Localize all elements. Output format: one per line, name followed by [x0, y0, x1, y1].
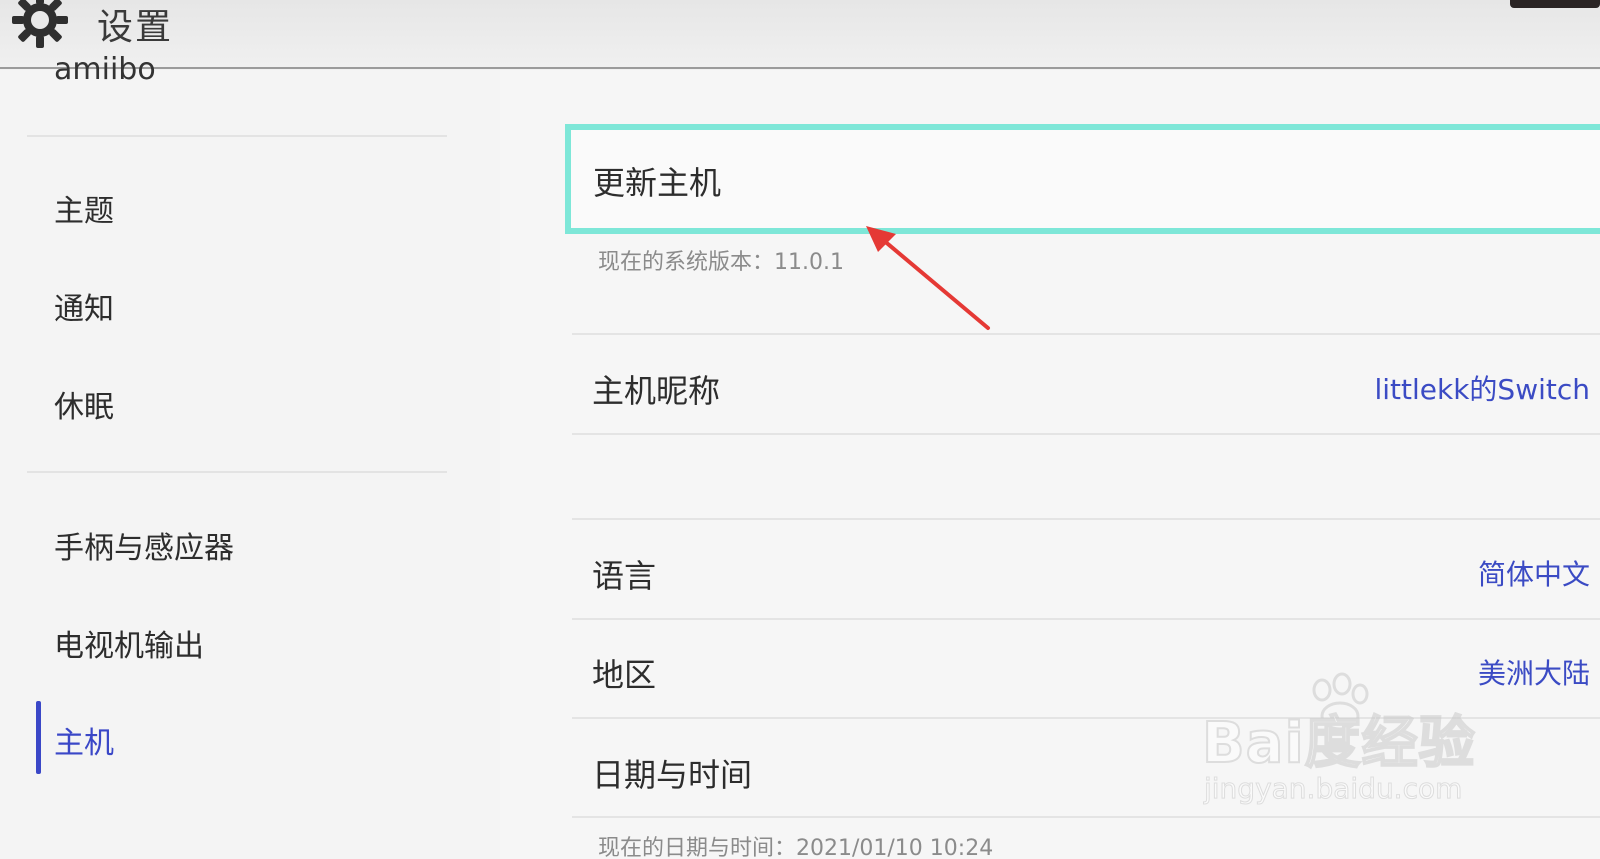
console-nickname-row[interactable]: 主机昵称 littlekk的Switch	[572, 338, 1600, 436]
gear-icon	[12, 0, 68, 48]
row-divider	[572, 518, 1600, 520]
system-version-text: 现在的系统版本：11.0.1	[598, 250, 844, 275]
watermark-url: jingyan.baidu.com	[1203, 772, 1463, 806]
baidu-watermark: Bai度经验 jingyan.baidu.com	[1200, 672, 1500, 812]
row-divider	[572, 618, 1600, 620]
language-value: 简体中文	[1477, 558, 1590, 591]
region-label: 地区	[592, 656, 657, 694]
current-datetime-text: 现在的日期与时间：2021/01/10 10:24	[598, 836, 994, 859]
sidebar-divider	[27, 135, 447, 137]
red-arrow-annotation	[866, 226, 990, 330]
language-label: 语言	[592, 557, 657, 595]
sidebar-item-amiibo[interactable]: amiibo	[54, 52, 156, 87]
sidebar-item-tv-output[interactable]: 电视机输出	[54, 621, 204, 665]
watermark-brand: Bai度经验	[1201, 710, 1476, 777]
sidebar-item-theme[interactable]: 主题	[54, 186, 114, 230]
sidebar-item-sleep[interactable]: 休眠	[54, 382, 114, 426]
active-indicator	[36, 701, 41, 774]
date-time-label: 日期与时间	[592, 756, 753, 794]
sidebar-item-system[interactable]: 主机	[54, 718, 114, 762]
row-divider	[572, 816, 1600, 818]
console-nickname-value: littlekk的Switch	[1374, 373, 1590, 406]
update-console-label: 更新主机	[593, 164, 722, 202]
sidebar-item-notifications[interactable]: 通知	[54, 284, 114, 328]
language-row[interactable]: 语言 简体中文	[572, 523, 1600, 621]
settings-screen: 设置 amiibo 主题 通知 休眠 手柄与感应器 电视机输出 主机 更新主机 …	[0, 0, 1600, 859]
page-title: 设置	[97, 7, 174, 48]
settings-sidebar: amiibo 主题 通知 休眠 手柄与感应器 电视机输出 主机	[0, 52, 500, 859]
row-divider	[572, 433, 1600, 435]
console-nickname-label: 主机昵称	[592, 372, 721, 410]
sidebar-item-controllers[interactable]: 手柄与感应器	[54, 523, 234, 567]
user-avatar[interactable]	[1510, 0, 1600, 8]
header-bar: 设置	[0, 0, 1600, 69]
sidebar-divider	[27, 471, 447, 473]
row-divider	[572, 333, 1600, 335]
update-console-button[interactable]: 更新主机	[565, 124, 1600, 234]
